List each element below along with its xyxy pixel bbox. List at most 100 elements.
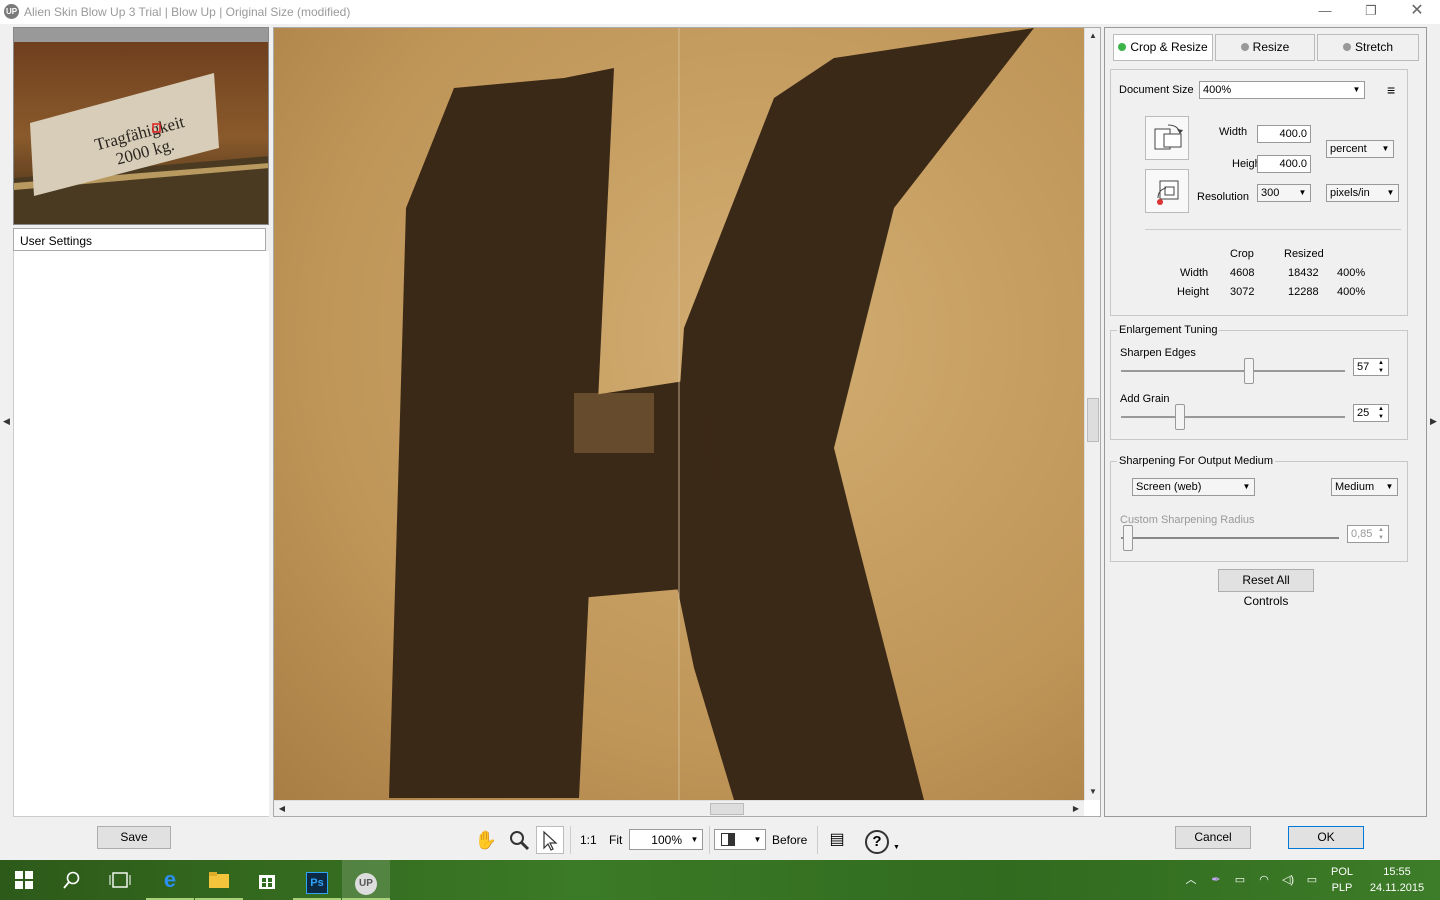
before-toggle[interactable]: Before (772, 833, 807, 847)
document-size-label: Document Size (1119, 84, 1194, 96)
action-center-icon[interactable]: ▭ (1302, 860, 1322, 900)
user-settings-header[interactable]: User Settings (13, 228, 266, 251)
task-view-icon[interactable] (96, 860, 144, 900)
window-title: Alien Skin Blow Up 3 Trial | Blow Up | O… (24, 5, 351, 19)
width-input[interactable]: 400.0 (1257, 125, 1311, 143)
store-icon[interactable] (243, 860, 291, 900)
minimize-icon[interactable]: — (1302, 0, 1348, 24)
custom-radius-track (1121, 537, 1339, 539)
output-medium-value: Screen (web) (1136, 481, 1202, 493)
search-icon[interactable] (48, 860, 96, 900)
clock[interactable]: 15:55 24.11.2015 (1364, 860, 1430, 900)
pointer-glyph (543, 830, 558, 851)
divider (1145, 229, 1401, 230)
left-panel: Tragfähigkeit 2000 kg. User Settings (13, 27, 269, 817)
navigator-thumbnail[interactable]: Tragfähigkeit 2000 kg. (13, 27, 269, 225)
zoom-level-select[interactable]: 100% ▼ (629, 829, 703, 850)
collapse-right-icon[interactable]: ▶ (1430, 416, 1438, 428)
scroll-down-icon[interactable]: ▼ (1085, 784, 1101, 800)
edge-icon[interactable]: e (146, 860, 194, 900)
select-tool-icon[interactable] (536, 826, 564, 854)
reset-all-controls-button[interactable]: Reset All Controls (1218, 569, 1314, 608)
horizontal-scrollbar[interactable]: ◀ ▶ (274, 800, 1084, 816)
help-icon[interactable]: ? (863, 826, 891, 854)
restore-icon[interactable]: ❐ (1348, 0, 1394, 24)
clock-time: 15:55 (1383, 866, 1411, 878)
spin-down-icon[interactable]: ▼ (1375, 413, 1387, 421)
zoom-one-to-one-button[interactable]: 1:1 (580, 833, 597, 847)
zoom-level-value: 100% (651, 833, 682, 847)
summary-height-pct: 400% (1337, 286, 1366, 298)
battery-icon[interactable]: ▭ (1230, 860, 1250, 900)
chevron-down-icon: ▼ (1381, 144, 1390, 153)
scroll-up-icon[interactable]: ▲ (1085, 28, 1101, 44)
scroll-left-icon[interactable]: ◀ (274, 801, 290, 817)
enlargement-tuning-group: Enlargement Tuning Sharpen Edges 57 ▲ ▼ A… (1110, 324, 1408, 440)
blow-up-app-icon[interactable]: UP (342, 860, 390, 900)
split-view-icon (721, 833, 735, 846)
app-icon: UP (4, 4, 19, 19)
height-input[interactable]: 400.0 (1257, 155, 1311, 173)
ok-button[interactable]: OK (1288, 826, 1364, 849)
windows-logo-glyph (15, 871, 33, 889)
output-medium-select[interactable]: Screen (web) ▼ (1132, 478, 1255, 496)
chevron-down-icon: ▼ (1385, 482, 1394, 491)
pen-tray-icon[interactable]: ✒ (1206, 860, 1226, 900)
close-icon[interactable]: ✕ (1394, 0, 1440, 24)
chevron-down-icon: ▼ (753, 835, 762, 844)
vertical-scroll-thumb[interactable] (1087, 398, 1099, 442)
spin-down-icon[interactable]: ▼ (1375, 367, 1387, 375)
language-indicator[interactable]: POL PLP (1326, 860, 1358, 900)
wifi-icon[interactable]: ◠ (1254, 860, 1274, 900)
presets-menu-icon[interactable]: ≡ (1387, 82, 1395, 98)
resolution-label: Resolution (1197, 191, 1249, 203)
scroll-right-icon[interactable]: ▶ (1068, 801, 1084, 817)
add-grain-slider[interactable] (1175, 404, 1185, 430)
info-panel-icon[interactable]: ▤ (823, 826, 851, 854)
photoshop-icon[interactable]: Ps (293, 860, 341, 900)
reset-size-button[interactable] (1145, 169, 1189, 213)
volume-icon[interactable]: ◁) (1278, 860, 1298, 900)
spin-up-icon[interactable]: ▲ (1375, 359, 1387, 367)
start-icon[interactable] (0, 860, 48, 900)
toolbar-separator (570, 826, 571, 854)
zoom-fit-button[interactable]: Fit (609, 833, 622, 847)
tab-label: Resize (1252, 40, 1290, 54)
tray-chevron-up-icon[interactable]: ︿ (1182, 860, 1200, 900)
sharpen-edges-value: 57 (1357, 361, 1370, 373)
preview-canvas[interactable] (274, 28, 1084, 800)
size-unit-select[interactable]: percent ▼ (1326, 140, 1394, 158)
save-button[interactable]: Save (97, 826, 171, 849)
swap-orientation-button[interactable] (1145, 116, 1189, 160)
sharpen-edges-track[interactable] (1121, 370, 1345, 372)
split-view-select[interactable]: ▼ (714, 829, 766, 850)
add-grain-spinner[interactable]: 25 ▲ ▼ (1353, 404, 1389, 422)
sharpen-edges-label: Sharpen Edges (1120, 347, 1196, 359)
horizontal-scroll-thumb[interactable] (710, 803, 744, 815)
document-size-value: 400% (1203, 84, 1232, 96)
tab-stretch[interactable]: Stretch (1317, 34, 1419, 61)
summary-width-crop: 4608 (1230, 267, 1255, 279)
sharpen-edges-slider[interactable] (1244, 358, 1254, 384)
user-settings-list[interactable] (13, 251, 269, 817)
tab-crop-resize[interactable]: Crop & Resize (1113, 34, 1213, 61)
file-explorer-icon[interactable] (195, 860, 243, 900)
resolution-unit-select[interactable]: pixels/in ▼ (1326, 184, 1399, 202)
spin-down-icon: ▼ (1378, 535, 1384, 541)
image-preview[interactable]: ▲ ▼ ◀ ▶ (273, 27, 1101, 817)
resolution-select[interactable]: 300 ▼ (1257, 184, 1311, 202)
sharpen-edges-spinner[interactable]: 57 ▲ ▼ (1353, 358, 1389, 376)
zoom-tool-icon[interactable] (505, 826, 533, 854)
spin-up-icon[interactable]: ▲ (1375, 405, 1387, 413)
help-menu-arrow-icon[interactable]: ▼ (893, 844, 900, 851)
collapse-left-icon[interactable]: ◀ (3, 416, 11, 428)
summary-width-label: Width (1180, 267, 1209, 279)
add-grain-track[interactable] (1121, 416, 1345, 418)
document-size-select[interactable]: 400% ▼ (1199, 81, 1365, 99)
hand-tool-icon[interactable]: ✋ (472, 826, 500, 854)
cancel-button[interactable]: Cancel (1175, 826, 1251, 849)
sharpening-strength-select[interactable]: Medium ▼ (1331, 478, 1398, 496)
tab-resize[interactable]: Resize (1215, 34, 1315, 61)
vertical-scrollbar[interactable]: ▲ ▼ (1084, 28, 1100, 800)
custom-radius-slider (1123, 525, 1133, 551)
